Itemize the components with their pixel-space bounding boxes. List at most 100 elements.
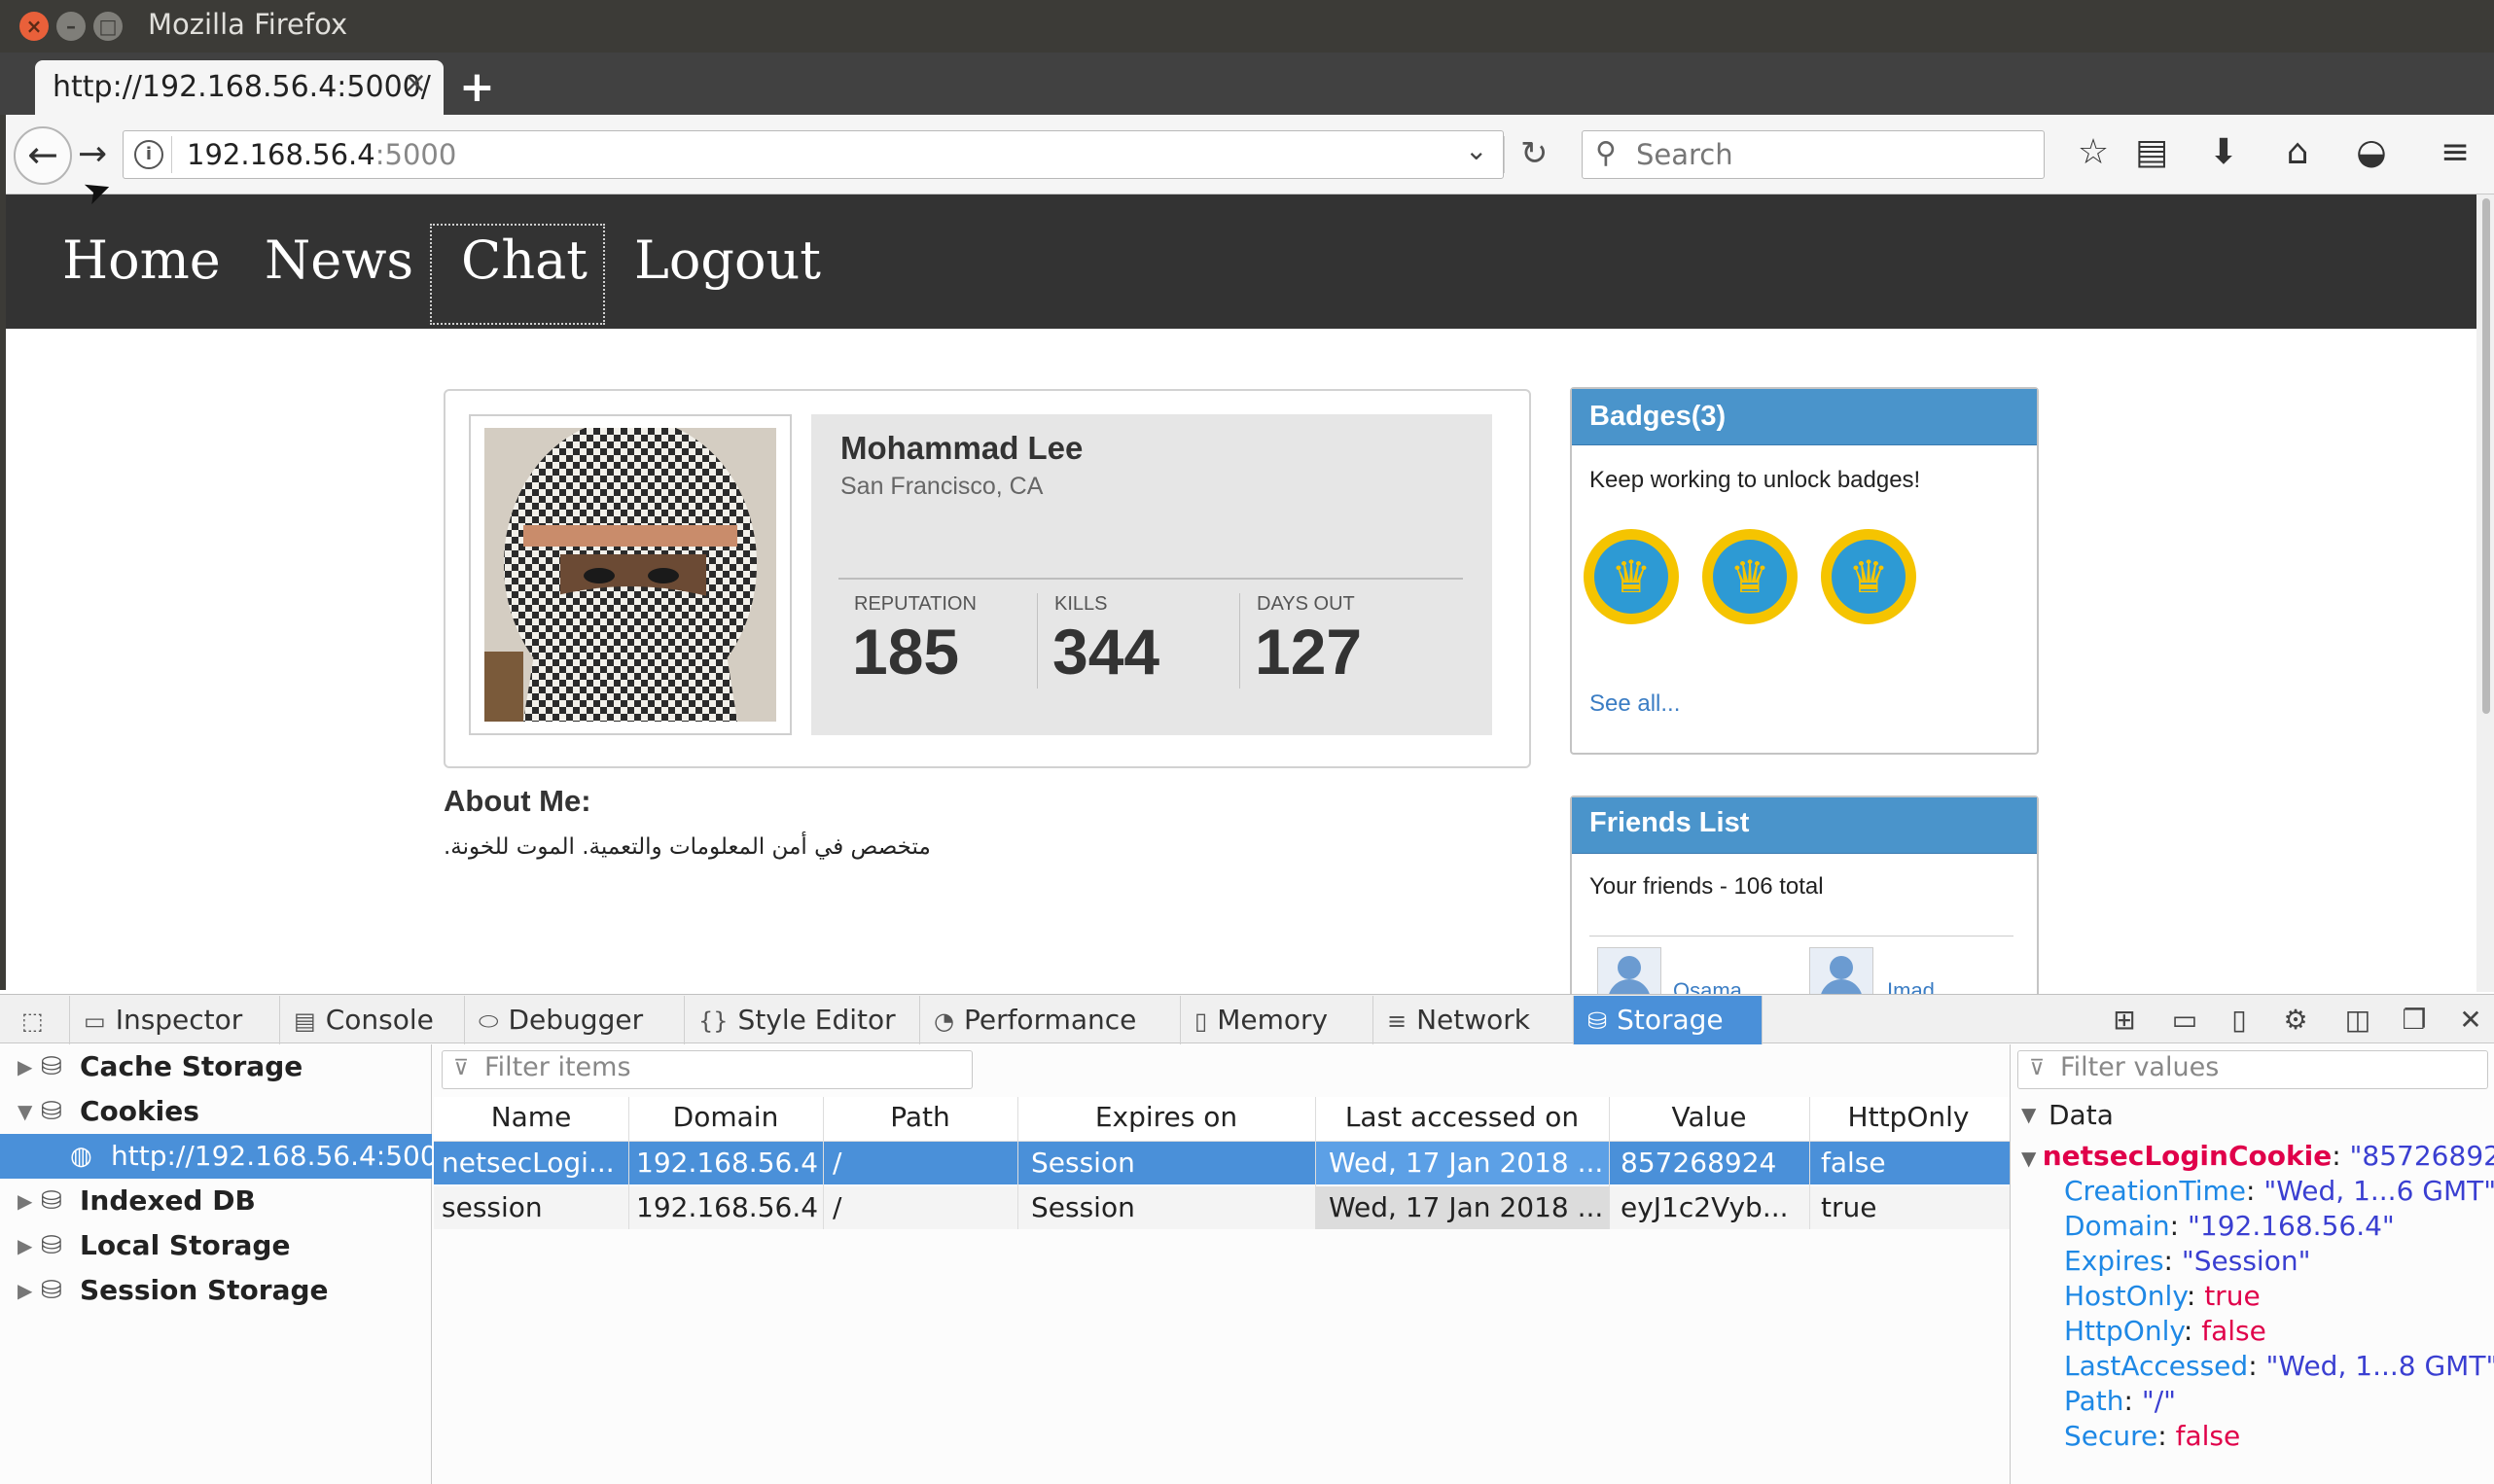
nav-link-news[interactable]: News xyxy=(265,230,413,291)
tree-item-cache-storage[interactable]: ▶ ⛁ Cache Storage xyxy=(0,1044,432,1089)
settings-gear-icon[interactable]: ⚙ xyxy=(2276,1004,2315,1036)
table-row[interactable]: netsecLogi... 192.168.56.4 / Session Wed… xyxy=(434,1142,2010,1184)
new-tab-icon[interactable]: + xyxy=(459,62,495,112)
column-header-path[interactable]: Path xyxy=(823,1101,1017,1133)
column-divider xyxy=(1315,1097,1316,1229)
tab-style-editor[interactable]: {} Style Editor xyxy=(685,996,920,1044)
tab-network-label: Network xyxy=(1416,1004,1531,1036)
site-info-icon[interactable]: i xyxy=(134,140,163,169)
prop-row: LastAccessed: "Wed, 1...8 GMT" xyxy=(2064,1350,2494,1382)
column-header-value[interactable]: Value xyxy=(1609,1101,1809,1133)
tree-label: Session Storage xyxy=(80,1274,329,1306)
window-minimize-icon[interactable]: – xyxy=(56,12,86,41)
filter-items-placeholder: Filter items xyxy=(484,1052,631,1082)
expand-arrow-icon[interactable]: ▶ xyxy=(18,1268,32,1313)
cell-last-accessed: Wed, 17 Jan 2018 ... xyxy=(1315,1142,1609,1184)
prop-row: HttpOnly: false xyxy=(2064,1315,2266,1347)
prop-row: HostOnly: true xyxy=(2064,1280,2261,1312)
column-header-expires[interactable]: Expires on xyxy=(1017,1101,1315,1133)
tree-label: Indexed DB xyxy=(80,1184,256,1217)
tab-inspector[interactable]: ▭ Inspector xyxy=(70,996,280,1044)
collapse-arrow-icon[interactable]: ▼ xyxy=(2021,1103,2036,1126)
globe-icon: ◍ xyxy=(70,1142,92,1171)
see-all-badges-link[interactable]: See all... xyxy=(1589,690,1680,718)
reload-icon[interactable]: ↻ xyxy=(1520,134,1549,173)
tab-storage[interactable]: ⛁ Storage xyxy=(1574,996,1763,1044)
badge-crown-icon[interactable]: ♛ xyxy=(1584,529,1679,624)
tab-memory[interactable]: ▯ Memory xyxy=(1181,996,1373,1044)
column-header-last-accessed[interactable]: Last accessed on xyxy=(1315,1101,1609,1133)
browser-tab-title: http://192.168.56.4:5000/ xyxy=(53,70,431,104)
tab-inspector-label: Inspector xyxy=(115,1004,243,1036)
collapse-arrow-icon[interactable]: ▼ xyxy=(18,1089,32,1134)
close-devtools-icon[interactable]: ✕ xyxy=(2451,1004,2490,1036)
prop-row: Expires: "Session" xyxy=(2064,1245,2311,1277)
download-icon[interactable]: ⬇ xyxy=(2202,132,2245,172)
badge-crown-icon[interactable]: ♛ xyxy=(1821,529,1916,624)
home-icon[interactable]: ⌂ xyxy=(2276,132,2319,172)
column-header-name[interactable]: Name xyxy=(434,1101,628,1133)
cell-value: 857268924 xyxy=(1621,1147,1777,1179)
friends-count: Your friends - 106 total xyxy=(1589,873,1824,900)
separate-window-icon[interactable]: ❐ xyxy=(2395,1004,2434,1036)
nav-link-home[interactable]: Home xyxy=(62,230,221,291)
url-separator xyxy=(1504,136,1505,173)
pocket-icon[interactable]: ◒ xyxy=(2350,132,2393,172)
tree-item-cookie-host[interactable]: ◍ http://192.168.56.4:5000 xyxy=(0,1134,455,1179)
cell-httponly: false xyxy=(1821,1147,1886,1179)
window-close-icon[interactable]: × xyxy=(19,12,49,41)
tree-item-session-storage[interactable]: ▶ ⛁ Session Storage xyxy=(0,1268,432,1313)
url-host: 192.168.56.4 xyxy=(187,138,375,171)
profile-avatar xyxy=(484,428,776,722)
tab-performance[interactable]: ◔ Performance xyxy=(920,996,1181,1044)
expand-arrow-icon[interactable]: ▶ xyxy=(18,1223,32,1268)
split-console-icon[interactable]: ▭ xyxy=(2165,1004,2204,1036)
collapse-arrow-icon[interactable]: ▼ xyxy=(2021,1147,2043,1170)
url-dropdown-icon[interactable]: ⌄ xyxy=(1465,134,1487,166)
cookie-entry[interactable]: ▼ netsecLoginCookie: "857268924" xyxy=(2021,1140,2494,1172)
hamburger-menu-icon[interactable]: ≡ xyxy=(2434,132,2476,172)
nav-link-chat[interactable]: Chat xyxy=(461,230,588,291)
stat-value-days-out: 127 xyxy=(1255,616,1363,688)
prop-value: false xyxy=(2175,1420,2241,1452)
tab-network[interactable]: ≡ Network xyxy=(1373,996,1574,1044)
prop-value: "Wed, 1...6 GMT" xyxy=(2263,1175,2494,1207)
tree-item-cookies[interactable]: ▼ ⛁ Cookies xyxy=(0,1089,432,1134)
responsive-design-icon[interactable]: ▯ xyxy=(2220,1004,2259,1036)
stat-label-reputation: REPUTATION xyxy=(854,593,977,615)
friends-title: Friends List xyxy=(1589,807,1750,838)
friend-avatar[interactable] xyxy=(1809,947,1873,1000)
back-button[interactable]: ← xyxy=(14,126,72,185)
profile-location: San Francisco, CA xyxy=(840,473,1044,500)
tab-debugger-label: Debugger xyxy=(508,1004,644,1036)
library-icon[interactable]: ▤ xyxy=(2130,132,2173,172)
cell-value: eyJ1c2Vyb... xyxy=(1621,1191,1789,1223)
prop-row: Secure: false xyxy=(2064,1420,2241,1452)
table-row[interactable]: session 192.168.56.4 / Session Wed, 17 J… xyxy=(434,1186,2010,1229)
pick-element-icon[interactable]: ⬚ xyxy=(0,996,70,1044)
bookmark-star-icon[interactable]: ☆ xyxy=(2072,132,2115,172)
window-maximize-icon[interactable]: □ xyxy=(93,12,123,41)
cell-httponly: true xyxy=(1821,1191,1877,1223)
expand-arrow-icon[interactable]: ▶ xyxy=(18,1044,32,1089)
url-text[interactable]: 192.168.56.4:5000 xyxy=(187,138,456,171)
column-header-domain[interactable]: Domain xyxy=(628,1101,823,1133)
page-scrollbar-thumb[interactable] xyxy=(2482,198,2490,714)
cell-name: netsecLogi... xyxy=(442,1147,615,1179)
nav-link-logout[interactable]: Logout xyxy=(634,230,821,291)
prop-key: Domain xyxy=(2064,1210,2170,1242)
database-icon: ⛁ xyxy=(41,1276,62,1305)
tab-console[interactable]: ▤ Console xyxy=(280,996,465,1044)
tree-label: Local Storage xyxy=(80,1229,291,1261)
friend-avatar[interactable] xyxy=(1597,947,1661,1000)
tree-item-indexed-db[interactable]: ▶ ⛁ Indexed DB xyxy=(0,1179,432,1223)
column-header-httponly[interactable]: HttpOnly xyxy=(1809,1101,2008,1133)
tree-item-local-storage[interactable]: ▶ ⛁ Local Storage xyxy=(0,1223,432,1268)
cell-last-accessed: Wed, 17 Jan 2018 ... xyxy=(1315,1186,1609,1229)
dock-side-icon[interactable]: ◫ xyxy=(2338,1004,2377,1036)
frame-select-icon[interactable]: ⊞ xyxy=(2105,1004,2144,1036)
badge-crown-icon[interactable]: ♛ xyxy=(1702,529,1798,624)
tab-close-icon[interactable]: × xyxy=(403,66,427,100)
expand-arrow-icon[interactable]: ▶ xyxy=(18,1179,32,1223)
tab-debugger[interactable]: ⬭ Debugger xyxy=(465,996,685,1044)
